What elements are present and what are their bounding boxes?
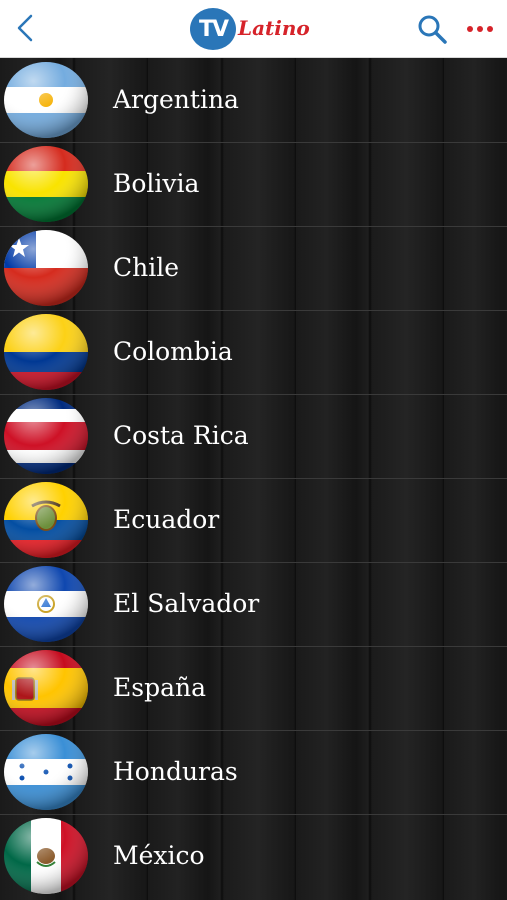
country-name: Bolivia <box>113 169 200 198</box>
back-button[interactable] <box>8 10 42 46</box>
spain-flag-icon <box>4 650 88 726</box>
app-logo: TV Latino <box>190 6 330 52</box>
bolivia-flag-icon <box>4 146 88 222</box>
costa-rica-flag-icon <box>4 398 88 474</box>
country-row-espana[interactable]: España <box>0 646 507 731</box>
mexico-flag-icon <box>4 818 88 894</box>
search-icon <box>418 15 447 44</box>
country-name: España <box>113 673 206 702</box>
colombia-flag-icon <box>4 314 88 390</box>
more-button[interactable] <box>462 12 498 46</box>
country-row-mexico[interactable]: México <box>0 814 507 898</box>
country-row-bolivia[interactable]: Bolivia <box>0 142 507 227</box>
ecuador-flag-icon <box>4 482 88 558</box>
more-horizontal-icon <box>467 26 493 32</box>
country-name: Ecuador <box>113 505 220 534</box>
country-row-ecuador[interactable]: Ecuador <box>0 478 507 563</box>
country-name: Colombia <box>113 337 233 366</box>
el-salvador-flag-icon <box>4 566 88 642</box>
country-row-chile[interactable]: Chile <box>0 226 507 311</box>
country-list: Argentina Bolivia Chile Colombia Costa R… <box>0 58 507 900</box>
honduras-flag-icon <box>4 734 88 810</box>
country-row-costa-rica[interactable]: Costa Rica <box>0 394 507 479</box>
logo-badge: TV <box>190 8 236 50</box>
country-name: México <box>113 841 205 870</box>
country-name: Chile <box>113 253 180 282</box>
country-row-el-salvador[interactable]: El Salvador <box>0 562 507 647</box>
country-row-honduras[interactable]: Honduras <box>0 730 507 815</box>
argentina-flag-icon <box>4 62 88 138</box>
country-name: Honduras <box>113 757 238 786</box>
search-button[interactable] <box>414 12 450 46</box>
country-name: El Salvador <box>113 589 260 618</box>
country-row-colombia[interactable]: Colombia <box>0 310 507 395</box>
country-name: Argentina <box>113 85 239 114</box>
country-row-argentina[interactable]: Argentina <box>0 58 507 143</box>
app-header: TV Latino <box>0 0 507 58</box>
country-name: Costa Rica <box>113 421 249 450</box>
chile-flag-icon <box>4 230 88 306</box>
logo-word: Latino <box>238 16 310 40</box>
chevron-left-icon <box>17 14 33 42</box>
